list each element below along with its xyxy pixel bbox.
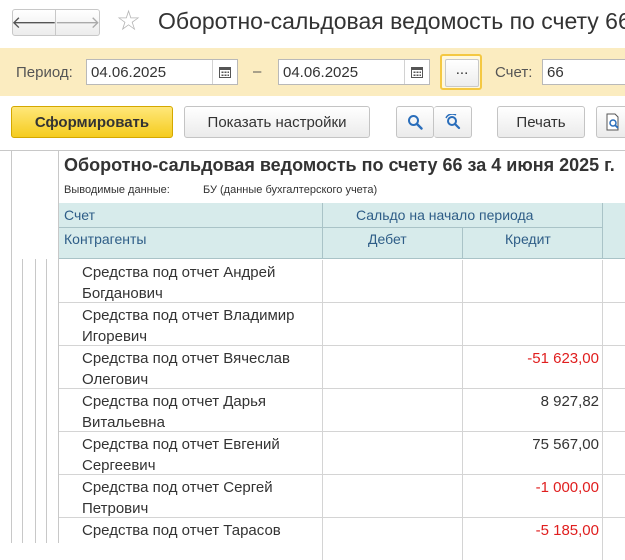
period-select-button[interactable]: ... <box>440 54 482 90</box>
document-search-icon <box>606 113 619 131</box>
counterparty-name: Средства под отчет Евгений Сергеевич <box>82 436 280 474</box>
table-row[interactable]: Средства под отчет Евгений Сергеевич 75 … <box>59 432 625 475</box>
account-value: 66 <box>547 64 564 81</box>
account-label: Счет: <box>495 64 533 81</box>
account-field[interactable]: 66 <box>542 59 625 85</box>
search-icon <box>408 115 423 130</box>
table-row[interactable]: Средства под отчет Андрей Богданович <box>59 260 625 303</box>
table-row[interactable]: Средства под отчет Владимир Игоревич <box>59 303 625 346</box>
back-button[interactable]: 🡐 <box>11 9 57 36</box>
date-to-value: 04.06.2025 <box>283 64 359 81</box>
period-label: Период: <box>16 64 73 81</box>
header-credit: Кредит <box>505 231 551 247</box>
calendar-from-button[interactable] <box>212 60 237 84</box>
date-to-field[interactable]: 04.06.2025 <box>278 59 430 85</box>
table-row[interactable]: Средства под отчет Тарасов -5 185,00 <box>59 518 625 560</box>
credit-amount: -51 623,00 <box>527 350 599 367</box>
calendar-icon <box>411 67 423 78</box>
output-value: БУ (данные бухгалтерского учета) <box>203 184 378 196</box>
header-opening-balance: Сальдо на начало периода <box>356 207 534 223</box>
table-row[interactable]: Средства под отчет Вячеслав Олегович -51… <box>59 346 625 389</box>
report-area: Оборотно-сальдовая ведомость по счету 66… <box>0 150 625 560</box>
preview-button[interactable] <box>596 106 625 138</box>
header-counterparties: Контрагенты <box>64 231 147 247</box>
counterparty-name: Средства под отчет Дарья Витальевна <box>82 393 267 431</box>
period-separator: – <box>253 63 262 80</box>
generate-button[interactable]: Сформировать <box>11 106 173 138</box>
counterparty-name: Средства под отчет Владимир Игоревич <box>82 307 295 345</box>
grouping-line <box>22 259 23 543</box>
search-refresh-icon <box>444 114 460 130</box>
header-debit: Дебет <box>368 231 407 247</box>
header-account: Счет <box>64 207 95 223</box>
calendar-to-button[interactable] <box>404 60 429 84</box>
print-button[interactable]: Печать <box>497 106 585 138</box>
report-header: Счет Контрагенты Сальдо на начало период… <box>59 203 625 259</box>
grouping-line <box>11 151 12 543</box>
counterparty-name: Средства под отчет Сергей Петрович <box>82 479 273 517</box>
table-row[interactable]: Средства под отчет Сергей Петрович -1 00… <box>59 475 625 518</box>
search-button[interactable] <box>396 106 434 138</box>
show-settings-button[interactable]: Показать настройки <box>184 106 370 138</box>
table-row[interactable]: Средства под отчет Дарья Витальевна 8 92… <box>59 389 625 432</box>
date-from-value: 04.06.2025 <box>91 64 167 81</box>
arrow-left-icon: 🡐 <box>11 12 57 32</box>
report-title: Оборотно-сальдовая ведомость по счету 66… <box>64 155 615 175</box>
period-bar: Период: 04.06.2025 – 04.06.2025 ... Счет… <box>0 48 625 96</box>
credit-amount: -5 185,00 <box>535 522 599 539</box>
search-settings-button[interactable] <box>434 106 472 138</box>
output-label: Выводимые данные: <box>64 184 170 196</box>
window-title: Оборотно-сальдовая ведомость по счету 66 <box>158 8 625 34</box>
title-bar: 🡐 🡒 ☆ Оборотно-сальдовая ведомость по сч… <box>0 0 625 46</box>
counterparty-name: Средства под отчет Тарасов <box>82 522 281 539</box>
calendar-icon <box>219 67 231 78</box>
grouping-line <box>35 259 36 543</box>
arrow-right-icon: 🡒 <box>54 12 101 32</box>
credit-amount: -1 000,00 <box>535 479 599 496</box>
credit-amount: 8 927,82 <box>540 393 599 410</box>
date-from-field[interactable]: 04.06.2025 <box>86 59 238 85</box>
star-icon[interactable]: ☆ <box>116 6 141 36</box>
more-label: ... <box>445 59 479 87</box>
counterparty-name: Средства под отчет Андрей Богданович <box>82 264 276 302</box>
credit-amount: 75 567,00 <box>532 436 599 453</box>
forward-button[interactable]: 🡒 <box>54 9 101 36</box>
grouping-line <box>46 259 47 543</box>
counterparty-name: Средства под отчет Вячеслав Олегович <box>82 350 290 388</box>
